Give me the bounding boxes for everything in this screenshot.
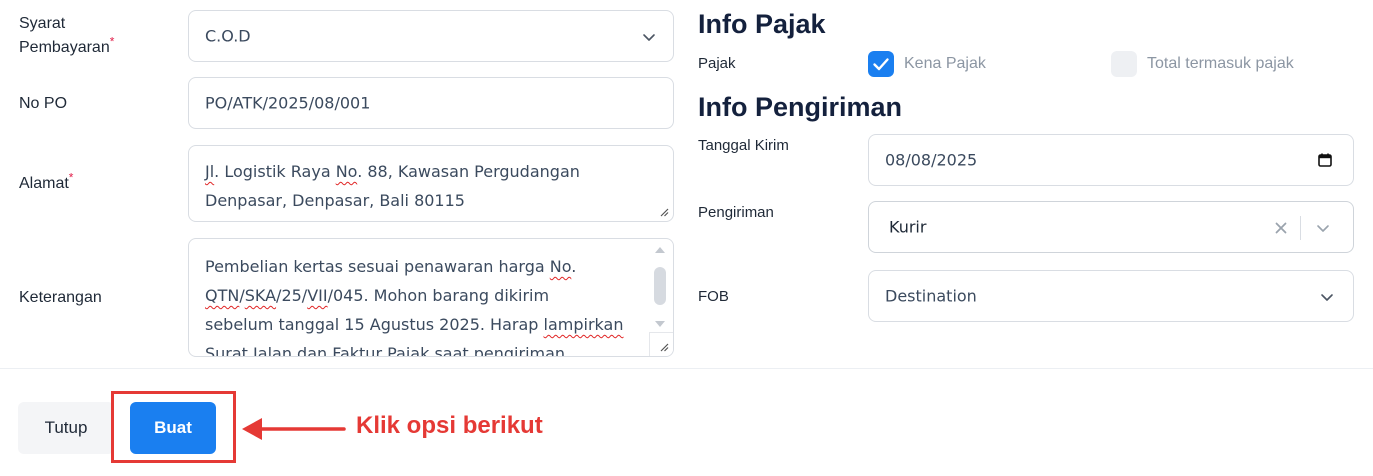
resize-handle-icon[interactable] bbox=[660, 208, 669, 217]
syarat-pembayaran-label: Syarat Pembayaran* bbox=[19, 12, 114, 60]
select-separator bbox=[1300, 216, 1301, 240]
keterangan-label: Keterangan bbox=[19, 289, 102, 306]
resize-corner[interactable] bbox=[649, 332, 673, 356]
syarat-label-line1: Syarat bbox=[19, 15, 66, 32]
close-button[interactable]: Tutup bbox=[18, 402, 114, 454]
textarea-scrollbar[interactable] bbox=[651, 243, 669, 339]
tanggal-kirim-input[interactable]: 08/08/2025 bbox=[868, 134, 1354, 186]
chevron-down-icon bbox=[643, 34, 655, 41]
pajak-label: Pajak bbox=[698, 55, 736, 72]
scroll-down-icon[interactable] bbox=[654, 319, 666, 329]
alamat-label: Alamat* bbox=[19, 172, 73, 196]
tanggal-kirim-label: Tanggal Kirim bbox=[698, 137, 789, 154]
alamat-label-text: Alamat bbox=[19, 175, 69, 192]
alamat-text: Jl. Logistik Raya No. 88, Kawasan Pergud… bbox=[205, 162, 580, 210]
kena-pajak-label[interactable]: Kena Pajak bbox=[904, 55, 986, 73]
pengiriman-select[interactable]: Kurir bbox=[868, 201, 1354, 253]
kena-pajak-checkbox[interactable] bbox=[868, 51, 894, 77]
pengiriman-value: Kurir bbox=[889, 217, 927, 237]
footer-divider bbox=[0, 368, 1373, 369]
chevron-down-icon bbox=[1321, 294, 1333, 301]
required-mark: * bbox=[68, 170, 74, 185]
total-termasuk-pajak-checkbox[interactable] bbox=[1111, 51, 1137, 77]
scroll-up-icon[interactable] bbox=[654, 245, 666, 255]
no-po-value: PO/ATK/2025/08/001 bbox=[205, 93, 371, 113]
resize-handle-icon[interactable] bbox=[660, 343, 669, 352]
total-termasuk-pajak-label[interactable]: Total termasuk pajak bbox=[1147, 55, 1294, 73]
pengiriman-label: Pengiriman bbox=[698, 204, 774, 221]
keterangan-text: Pembelian kertas sesuai penawaran harga … bbox=[205, 257, 624, 357]
chevron-down-icon[interactable] bbox=[1315, 220, 1331, 236]
fob-value: Destination bbox=[885, 286, 977, 306]
fob-select[interactable]: Destination bbox=[868, 270, 1354, 322]
info-pengiriman-title: Info Pengiriman bbox=[698, 92, 903, 122]
no-po-label: No PO bbox=[19, 95, 68, 112]
annotation-highlight-box bbox=[111, 391, 236, 463]
syarat-pembayaran-select[interactable]: C.O.D bbox=[188, 10, 674, 62]
keterangan-textarea[interactable]: Pembelian kertas sesuai penawaran harga … bbox=[188, 238, 674, 357]
scrollbar-thumb[interactable] bbox=[654, 267, 666, 305]
checkmark-icon bbox=[873, 58, 889, 71]
syarat-pembayaran-value: C.O.D bbox=[205, 26, 251, 46]
alamat-textarea[interactable]: Jl. Logistik Raya No. 88, Kawasan Pergud… bbox=[188, 145, 674, 222]
arrow-left-icon bbox=[242, 418, 346, 440]
clear-x-icon[interactable] bbox=[1275, 222, 1287, 234]
tanggal-kirim-value: 08/08/2025 bbox=[885, 150, 978, 170]
no-po-input[interactable]: PO/ATK/2025/08/001 bbox=[188, 77, 674, 129]
info-pajak-title: Info Pajak bbox=[698, 9, 826, 39]
syarat-label-line2: Pembayaran bbox=[19, 39, 110, 56]
calendar-icon[interactable] bbox=[1317, 152, 1333, 168]
fob-label: FOB bbox=[698, 288, 729, 305]
annotation-text: Klik opsi berikut bbox=[356, 412, 543, 439]
required-mark: * bbox=[109, 34, 115, 49]
